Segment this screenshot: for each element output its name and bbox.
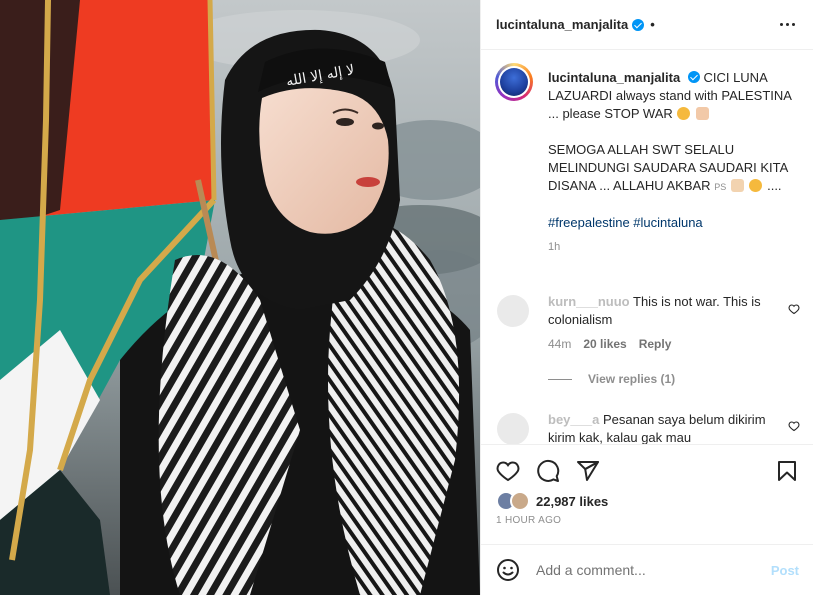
post-comment-button[interactable]: Post [771, 563, 799, 578]
caption-text-2-tail: .... [767, 178, 782, 193]
comment-username[interactable]: bey___a [548, 412, 599, 427]
comment-like-heart-icon[interactable] [788, 420, 800, 432]
action-icons [496, 459, 799, 483]
view-replies-button[interactable]: View replies (1) [548, 372, 675, 386]
comment-likes[interactable]: 20 likes [583, 337, 626, 351]
post-photo: لا إله إلا الله [0, 0, 480, 595]
comment-username[interactable]: kurn___nuuo [548, 294, 630, 309]
like-heart-icon[interactable] [496, 459, 520, 483]
caption-hashtags[interactable]: #freepalestine #lucintaluna [548, 214, 794, 232]
separator-dot: • [650, 17, 655, 32]
share-icon[interactable] [576, 459, 600, 483]
view-replies-label: View replies (1) [588, 372, 676, 386]
post-panel: lucintaluna_manjalita • lucintaluna_manj… [480, 0, 813, 595]
sad-face-emoji-icon [677, 107, 691, 120]
post-header: lucintaluna_manjalita • [481, 0, 813, 50]
comment-item: bey___a Pesanan saya belum dikirim kirim… [548, 411, 778, 444]
verified-badge-icon [687, 71, 700, 83]
verified-badge-icon [632, 18, 645, 31]
flexed-arm-emoji-icon [696, 107, 710, 120]
comment-like-heart-icon[interactable] [788, 303, 800, 315]
comment-icon[interactable] [536, 459, 560, 483]
comment-avatar[interactable] [497, 295, 529, 327]
author-avatar[interactable] [495, 63, 533, 101]
post-actions: 22,987 likes 1 HOUR AGO [481, 444, 813, 544]
comment-reply-button[interactable]: Reply [639, 337, 672, 351]
instagram-post-modal: لا إله إلا الله lucintaluna_manjalita • … [0, 0, 813, 595]
comment-meta: 44m 20 likes Reply [548, 337, 671, 351]
save-bookmark-icon[interactable] [775, 459, 799, 483]
emoji-picker-icon[interactable] [496, 558, 520, 582]
more-options-icon[interactable] [776, 19, 799, 30]
praying-hands-emoji-icon [730, 179, 744, 192]
liker-avatar [510, 491, 530, 511]
likes-count[interactable]: 22,987 likes [536, 494, 608, 509]
post-caption: lucintaluna_manjalita CICI LUNA LAZUARDI… [548, 69, 794, 256]
comment-item: kurn___nuuo This is not war. This is col… [548, 293, 778, 329]
post-image[interactable]: لا إله إلا الله [0, 0, 480, 595]
comment-avatar[interactable] [497, 413, 529, 444]
post-timestamp[interactable]: 1 HOUR AGO [496, 515, 561, 526]
comments-list[interactable]: lucintaluna_manjalita CICI LUNA LAZUARDI… [481, 51, 813, 444]
lips [356, 177, 380, 187]
angel-face-emoji-icon [749, 179, 763, 192]
ps-flag-icon: PS [714, 182, 727, 192]
caption-username[interactable]: lucintaluna_manjalita [548, 70, 680, 85]
author-username[interactable]: lucintaluna_manjalita [496, 17, 628, 32]
add-comment-bar: Post [481, 544, 813, 595]
comment-time: 44m [548, 337, 572, 351]
view-replies-line [548, 378, 572, 380]
likes-row[interactable]: 22,987 likes [496, 491, 608, 511]
comment-input[interactable] [536, 562, 756, 578]
caption-time: 1h [548, 241, 561, 253]
